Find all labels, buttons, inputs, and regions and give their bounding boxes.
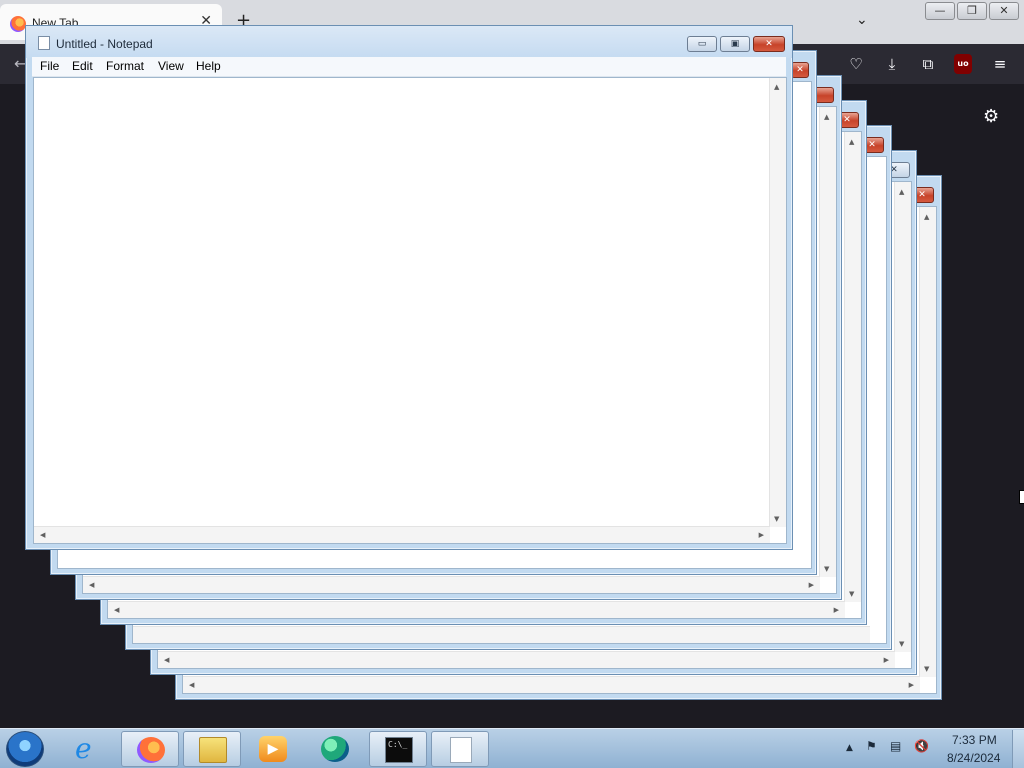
folder-icon bbox=[199, 737, 227, 763]
minimize-button[interactable]: ▭ bbox=[687, 36, 717, 52]
scroll-up-icon[interactable]: ▲ bbox=[774, 83, 779, 91]
horizontal-scrollbar[interactable]: ◀ ▶ bbox=[183, 676, 920, 693]
taskbar-command-prompt[interactable]: C:\_ bbox=[369, 731, 427, 767]
extensions-icon[interactable]: ⧉ bbox=[918, 54, 938, 74]
network-icon[interactable]: ▤ bbox=[890, 739, 901, 753]
title-bar[interactable]: Untitled - Notepad ▭ ▣ ✕ bbox=[26, 26, 792, 58]
horizontal-scrollbar[interactable]: ◀ ▶ bbox=[108, 601, 845, 618]
firefox-icon bbox=[10, 16, 26, 32]
browser-minimize-button[interactable]: — bbox=[925, 2, 955, 20]
menu-file[interactable]: File bbox=[40, 59, 59, 73]
vertical-scrollbar[interactable]: ▲ ▼ bbox=[844, 132, 861, 602]
notepad-icon bbox=[38, 36, 50, 50]
action-center-flag-icon[interactable]: ⚑ bbox=[866, 739, 877, 753]
download-icon[interactable]: ⤓ bbox=[882, 54, 902, 74]
show-hidden-icons[interactable]: ▲ bbox=[846, 743, 853, 753]
pocket-icon[interactable]: ♡ bbox=[846, 54, 866, 74]
show-desktop-button[interactable] bbox=[1012, 730, 1024, 768]
taskbar-media-player[interactable]: ▶ bbox=[244, 731, 302, 767]
taskbar-firefox[interactable] bbox=[121, 731, 179, 767]
ublock-icon[interactable]: uo bbox=[954, 54, 972, 74]
clock-date[interactable]: 8/24/2024 bbox=[947, 751, 1000, 765]
menu-help[interactable]: Help bbox=[196, 59, 221, 73]
menu-view[interactable]: View bbox=[158, 59, 184, 73]
menu-bar: File Edit Format View Help bbox=[32, 57, 786, 77]
scroll-down-icon[interactable]: ▼ bbox=[774, 515, 779, 523]
close-button[interactable]: ✕ bbox=[791, 62, 809, 78]
vertical-scrollbar[interactable]: ▲ ▼ bbox=[769, 78, 786, 527]
horizontal-scrollbar[interactable]: ◀ ▶ bbox=[158, 651, 895, 668]
command-prompt-icon: C:\_ bbox=[385, 737, 413, 763]
vertical-scrollbar[interactable]: ▲ ▼ bbox=[894, 182, 911, 652]
vertical-scrollbar[interactable]: ▲ ▼ bbox=[919, 207, 936, 677]
vertical-scrollbar[interactable]: ▲ ▼ bbox=[819, 107, 836, 577]
notepad-icon bbox=[450, 737, 472, 763]
browser-close-button[interactable]: ✕ bbox=[989, 2, 1019, 20]
mouse-cursor bbox=[1019, 490, 1024, 504]
close-button[interactable]: ✕ bbox=[753, 36, 785, 52]
taskbar-edge[interactable] bbox=[306, 731, 364, 767]
scroll-left-icon[interactable]: ◀ bbox=[40, 531, 45, 539]
clock-time[interactable]: 7:33 PM bbox=[952, 733, 997, 747]
horizontal-scrollbar[interactable] bbox=[133, 626, 870, 643]
edge-icon bbox=[321, 736, 349, 762]
taskbar-file-explorer[interactable] bbox=[183, 731, 241, 767]
scroll-right-icon[interactable]: ▶ bbox=[759, 531, 764, 539]
internet-explorer-icon: e bbox=[75, 732, 92, 765]
taskbar-internet-explorer[interactable]: e bbox=[60, 731, 118, 767]
window-title: Untitled - Notepad bbox=[56, 37, 153, 51]
horizontal-scrollbar[interactable]: ◀ ▶ bbox=[34, 526, 770, 543]
maximize-button[interactable]: ▣ bbox=[720, 36, 750, 52]
taskbar: e ▶ C:\_ ▲ ⚑ ▤ 🔇 bbox=[0, 728, 1024, 768]
browser-restore-button[interactable]: ❐ bbox=[957, 2, 987, 20]
text-area[interactable]: ▲ ▼ ◀ ▶ bbox=[33, 77, 787, 544]
taskbar-notepad[interactable] bbox=[431, 731, 489, 767]
volume-muted-icon[interactable]: 🔇 bbox=[914, 739, 929, 753]
start-button[interactable] bbox=[6, 731, 44, 767]
menu-edit[interactable]: Edit bbox=[72, 59, 93, 73]
media-player-icon: ▶ bbox=[259, 736, 287, 762]
list-all-tabs-icon[interactable]: ⌄ bbox=[856, 12, 868, 28]
menu-format[interactable]: Format bbox=[106, 59, 144, 73]
notepad-window-active[interactable]: Untitled - Notepad ▭ ▣ ✕ File Edit Forma… bbox=[25, 25, 793, 550]
gear-icon[interactable]: ⚙ bbox=[983, 106, 999, 127]
horizontal-scrollbar[interactable]: ◀ ▶ bbox=[83, 576, 820, 593]
firefox-icon bbox=[137, 737, 165, 763]
menu-icon[interactable]: ≡ bbox=[990, 54, 1010, 74]
